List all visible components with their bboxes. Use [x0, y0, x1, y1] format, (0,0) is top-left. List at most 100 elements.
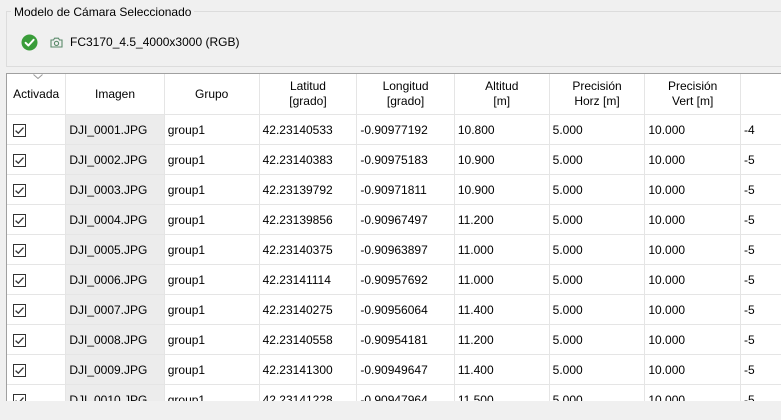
- header-longitud[interactable]: Longitud [grado]: [356, 74, 455, 115]
- cell-longitud[interactable]: -0.90956064: [356, 294, 455, 325]
- table-row[interactable]: DJI_0009.JPG group1 42.23141300 -0.90949647…: [7, 354, 781, 385]
- cell-extra[interactable]: -4: [740, 114, 781, 145]
- cell-extra[interactable]: -5: [740, 234, 781, 265]
- cell-grupo[interactable]: group1: [164, 264, 260, 295]
- cell-precision-horz[interactable]: 5.000: [549, 384, 646, 402]
- cell-latitud[interactable]: 42.23140558: [259, 324, 358, 355]
- cell-grupo[interactable]: group1: [164, 354, 260, 385]
- cell-latitud[interactable]: 42.23141300: [259, 354, 358, 385]
- cell-precision-vert[interactable]: 10.000: [644, 324, 742, 355]
- cell-altitud[interactable]: 10.900: [454, 144, 550, 175]
- cell-latitud[interactable]: 42.23140375: [259, 234, 358, 265]
- cell-longitud[interactable]: -0.90967497: [356, 204, 455, 235]
- header-grupo[interactable]: Grupo: [164, 74, 260, 115]
- cell-precision-vert[interactable]: 10.000: [644, 354, 742, 385]
- cell-precision-horz[interactable]: 5.000: [549, 144, 646, 175]
- cell-longitud[interactable]: -0.90963897: [356, 234, 455, 265]
- cell-precision-vert[interactable]: 10.000: [644, 144, 742, 175]
- header-activada[interactable]: Activada: [7, 74, 67, 115]
- cell-latitud[interactable]: 42.23139856: [259, 204, 358, 235]
- cell-extra[interactable]: -5: [740, 204, 781, 235]
- cell-precision-vert[interactable]: 10.000: [644, 384, 742, 402]
- cell-grupo[interactable]: group1: [164, 204, 260, 235]
- cell-altitud[interactable]: 11.400: [454, 354, 550, 385]
- cell-extra[interactable]: -5: [740, 174, 781, 205]
- cell-grupo[interactable]: group1: [164, 174, 260, 205]
- cell-longitud[interactable]: -0.90957692: [356, 264, 455, 295]
- cell-precision-vert[interactable]: 10.000: [644, 114, 742, 145]
- cell-precision-horz[interactable]: 5.000: [549, 324, 646, 355]
- cell-extra[interactable]: -5: [740, 354, 781, 385]
- cell-precision-horz[interactable]: 5.000: [549, 204, 646, 235]
- cell-precision-vert[interactable]: 10.000: [644, 174, 742, 205]
- activada-checkbox[interactable]: [7, 354, 67, 385]
- header-extra[interactable]: [740, 74, 781, 115]
- cell-altitud[interactable]: 11.000: [454, 264, 550, 295]
- activada-checkbox[interactable]: [7, 174, 67, 205]
- cell-latitud[interactable]: 42.23140533: [259, 114, 358, 145]
- activada-checkbox[interactable]: [7, 384, 67, 402]
- table-row[interactable]: DJI_0010.JPG group1 42.23141228 -0.90947964…: [7, 384, 781, 402]
- cell-extra[interactable]: -5: [740, 384, 781, 402]
- cell-latitud[interactable]: 42.23139792: [259, 174, 358, 205]
- table-row[interactable]: DJI_0008.JPG group1 42.23140558 -0.90954181…: [7, 324, 781, 355]
- cell-precision-horz[interactable]: 5.000: [549, 264, 646, 295]
- table-row[interactable]: DJI_0004.JPG group1 42.23139856 -0.90967497…: [7, 204, 781, 235]
- activada-checkbox[interactable]: [7, 234, 67, 265]
- cell-longitud[interactable]: -0.90949647: [356, 354, 455, 385]
- cell-precision-vert[interactable]: 10.000: [644, 234, 742, 265]
- activada-checkbox[interactable]: [7, 144, 67, 175]
- cell-extra[interactable]: -5: [740, 324, 781, 355]
- header-precision-vert[interactable]: Precisión Vert [m]: [644, 74, 742, 115]
- table-row[interactable]: DJI_0006.JPG group1 42.23141114 -0.90957692…: [7, 264, 781, 295]
- activada-checkbox[interactable]: [7, 324, 67, 355]
- cell-precision-horz[interactable]: 5.000: [549, 174, 646, 205]
- cell-grupo[interactable]: group1: [164, 234, 260, 265]
- cell-precision-vert[interactable]: 10.000: [644, 294, 742, 325]
- cell-longitud[interactable]: -0.90947964: [356, 384, 455, 402]
- cell-extra[interactable]: -5: [740, 294, 781, 325]
- table-row[interactable]: DJI_0001.JPG group1 42.23140533 -0.90977192…: [7, 114, 781, 145]
- cell-grupo[interactable]: group1: [164, 324, 260, 355]
- cell-altitud[interactable]: 11.200: [454, 204, 550, 235]
- activada-checkbox[interactable]: [7, 114, 67, 145]
- cell-longitud[interactable]: -0.90954181: [356, 324, 455, 355]
- cell-altitud[interactable]: 11.000: [454, 234, 550, 265]
- cell-precision-horz[interactable]: 5.000: [549, 294, 646, 325]
- cell-grupo[interactable]: group1: [164, 114, 260, 145]
- table-row[interactable]: DJI_0003.JPG group1 42.23139792 -0.90971811…: [7, 174, 781, 205]
- cell-longitud[interactable]: -0.90975183: [356, 144, 455, 175]
- cell-longitud[interactable]: -0.90977192: [356, 114, 455, 145]
- cell-altitud[interactable]: 11.400: [454, 294, 550, 325]
- table-row[interactable]: DJI_0002.JPG group1 42.23140383 -0.90975183…: [7, 144, 781, 175]
- header-imagen[interactable]: Imagen: [65, 74, 165, 115]
- cell-grupo[interactable]: group1: [164, 144, 260, 175]
- cell-latitud[interactable]: 42.23141228: [259, 384, 358, 402]
- cell-longitud[interactable]: -0.90971811: [356, 174, 455, 205]
- cell-altitud[interactable]: 10.900: [454, 174, 550, 205]
- header-altitud[interactable]: Altitud [m]: [454, 74, 550, 115]
- cell-latitud[interactable]: 42.23141114: [259, 264, 358, 295]
- cell-precision-horz[interactable]: 5.000: [549, 234, 646, 265]
- activada-checkbox[interactable]: [7, 294, 67, 325]
- checkbox-checked-icon: [13, 363, 26, 377]
- cell-precision-horz[interactable]: 5.000: [549, 354, 646, 385]
- header-latitud[interactable]: Latitud [grado]: [259, 74, 358, 115]
- cell-grupo[interactable]: group1: [164, 294, 260, 325]
- cell-extra[interactable]: -5: [740, 144, 781, 175]
- activada-checkbox[interactable]: [7, 204, 67, 235]
- cell-altitud[interactable]: 11.500: [454, 384, 550, 402]
- cell-latitud[interactable]: 42.23140275: [259, 294, 358, 325]
- cell-precision-vert[interactable]: 10.000: [644, 264, 742, 295]
- table-row[interactable]: DJI_0005.JPG group1 42.23140375 -0.90963897…: [7, 234, 781, 265]
- header-precision-horz[interactable]: Precisión Horz [m]: [549, 74, 646, 115]
- cell-altitud[interactable]: 11.200: [454, 324, 550, 355]
- cell-extra[interactable]: -5: [740, 264, 781, 295]
- cell-precision-vert[interactable]: 10.000: [644, 204, 742, 235]
- cell-latitud[interactable]: 42.23140383: [259, 144, 358, 175]
- activada-checkbox[interactable]: [7, 264, 67, 295]
- cell-altitud[interactable]: 10.800: [454, 114, 550, 145]
- cell-grupo[interactable]: group1: [164, 384, 260, 402]
- cell-precision-horz[interactable]: 5.000: [549, 114, 646, 145]
- table-row[interactable]: DJI_0007.JPG group1 42.23140275 -0.90956064…: [7, 294, 781, 325]
